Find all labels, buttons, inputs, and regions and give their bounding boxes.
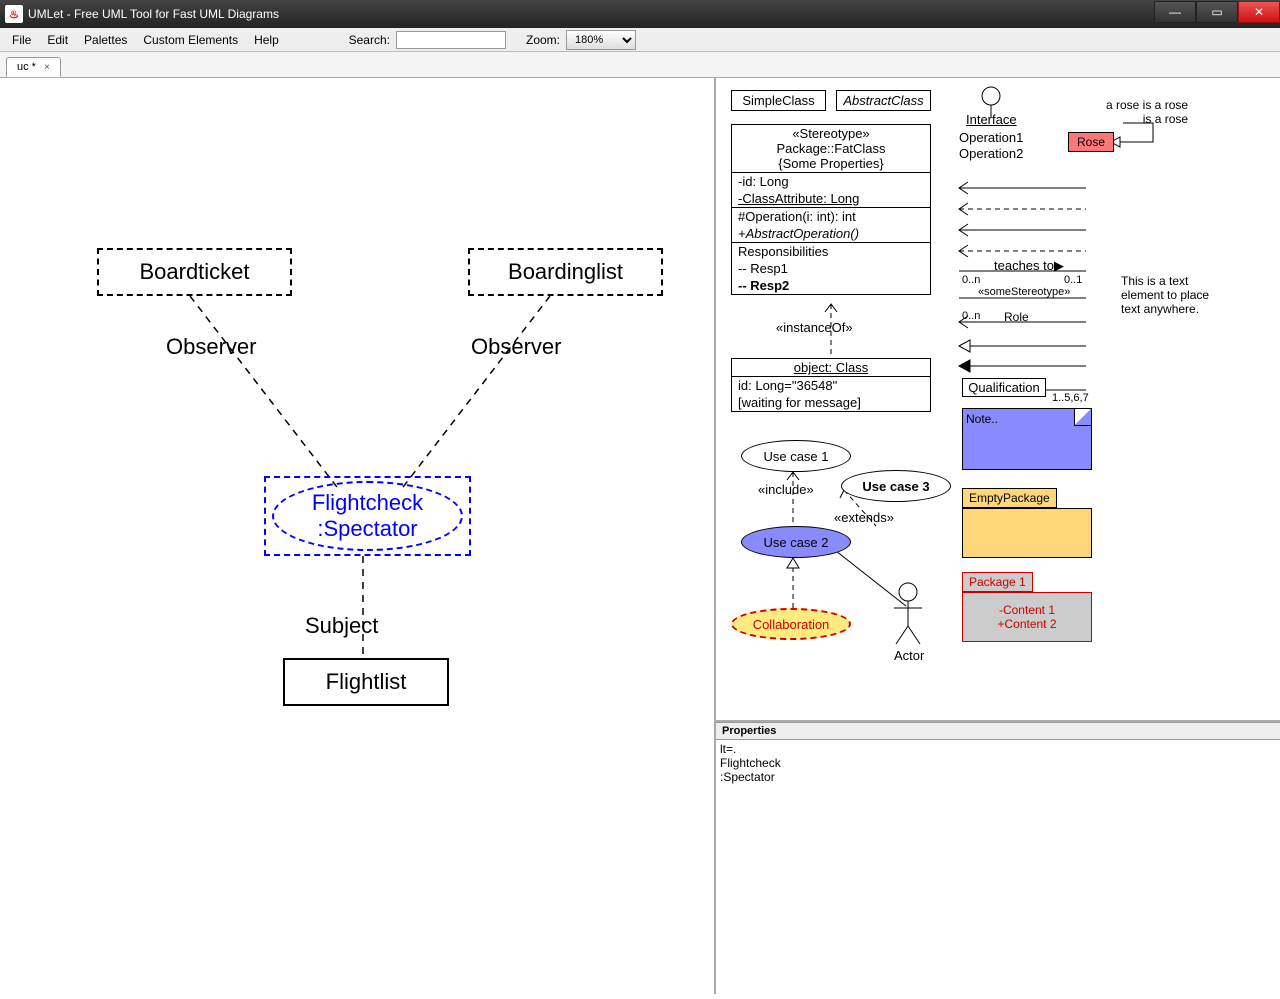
observer-label-2: Observer — [471, 334, 561, 360]
palette-object[interactable]: object: Class id: Long="36548" [waiting … — [731, 358, 931, 412]
palette-note[interactable]: Note.. — [962, 408, 1092, 470]
subject-label: Subject — [305, 613, 378, 639]
maximize-button[interactable]: ▭ — [1196, 1, 1238, 23]
palette-emptypkg-tab[interactable]: EmptyPackage — [962, 488, 1057, 508]
menu-edit[interactable]: Edit — [39, 31, 76, 49]
palette-interface: Interface — [966, 112, 1017, 127]
close-button[interactable]: ✕ — [1238, 1, 1280, 23]
spectator-label: :Spectator — [317, 516, 417, 542]
boardticket-box[interactable]: Boardticket — [97, 248, 292, 296]
tabbar: uc * × — [0, 52, 1280, 78]
menu-file[interactable]: File — [4, 31, 39, 49]
palette-include: «include» — [758, 482, 814, 497]
properties-textarea[interactable] — [716, 740, 1280, 994]
tab-uc[interactable]: uc * × — [6, 57, 61, 77]
palette-uc3[interactable]: Use case 3 — [841, 470, 951, 502]
palette-pkg1-body[interactable]: -Content 1 +Content 2 — [962, 592, 1092, 642]
titlebar: ♨ UMLet - Free UML Tool for Fast UML Dia… — [0, 0, 1280, 28]
palette-extends: «extends» — [834, 510, 894, 525]
palette-emptypkg-body[interactable] — [962, 508, 1092, 558]
palette-uc2[interactable]: Use case 2 — [741, 526, 851, 558]
boardinglist-box[interactable]: Boardinglist — [468, 248, 663, 296]
palette-rose[interactable]: Rose — [1068, 132, 1114, 152]
palette-instanceof: «instanceOf» — [776, 320, 853, 335]
menu-custom[interactable]: Custom Elements — [135, 31, 246, 49]
boardticket-label: Boardticket — [139, 259, 249, 285]
palette-simpleclass[interactable]: SimpleClass — [731, 90, 826, 111]
palette-fatclass[interactable]: «Stereotype»Package::FatClass{Some Prope… — [731, 124, 931, 295]
properties-panel — [716, 740, 1280, 994]
flightcheck-label: Flightcheck — [312, 490, 423, 516]
menu-help[interactable]: Help — [246, 31, 287, 49]
palette-uc1[interactable]: Use case 1 — [741, 440, 851, 472]
palette-pkg1-tab[interactable]: Package 1 — [962, 572, 1033, 592]
search-label: Search: — [349, 33, 390, 47]
java-icon: ♨ — [5, 5, 23, 23]
tab-close-icon[interactable]: × — [44, 62, 50, 73]
zoom-label: Zoom: — [526, 33, 560, 47]
diagram-canvas[interactable]: Boardticket Boardinglist Observer Observ… — [0, 78, 716, 994]
flightlist-box[interactable]: Flightlist — [283, 658, 449, 706]
palette-rosetext: a rose is a rose is a rose — [1106, 98, 1188, 126]
minimize-button[interactable]: — — [1154, 1, 1196, 23]
palette-collab[interactable]: Collaboration — [731, 608, 851, 640]
palette-actor-label: Actor — [894, 648, 924, 663]
flightlist-label: Flightlist — [326, 669, 407, 695]
flightcheck-ellipse[interactable]: Flightcheck :Spectator — [272, 481, 463, 551]
zoom-select[interactable]: 180% — [566, 30, 636, 50]
tab-label: uc * — [17, 61, 36, 73]
palette-textelem: This is a text element to place text any… — [1121, 274, 1211, 316]
palette-abstractclass[interactable]: AbstractClass — [836, 90, 931, 111]
window-title: UMLet - Free UML Tool for Fast UML Diagr… — [28, 7, 1154, 21]
search-input[interactable] — [396, 31, 506, 49]
menu-palettes[interactable]: Palettes — [76, 31, 135, 49]
menubar: File Edit Palettes Custom Elements Help … — [0, 28, 1280, 52]
properties-header: Properties — [716, 722, 1280, 740]
observer-label-1: Observer — [166, 334, 256, 360]
boardinglist-label: Boardinglist — [508, 259, 623, 285]
palette-qual[interactable]: Qualification — [962, 378, 1046, 397]
palette-panel[interactable]: SimpleClass AbstractClass «Stereotype»Pa… — [716, 78, 1280, 722]
